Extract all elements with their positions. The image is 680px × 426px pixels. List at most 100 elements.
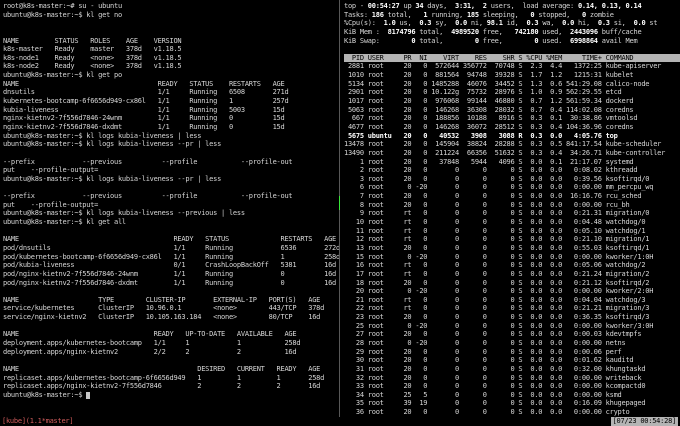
text-cursor [86,391,91,399]
terminal-line: ubuntu@k8s-master:~$ kl get all [3,218,126,227]
terminal-line: 7 root 20 0 0 0 0 S 0.0 0.0 16:16.76 rcu… [344,192,642,201]
terminal-line: service/nginx-kietnv2 ClusterIP 10.105.1… [3,313,321,322]
terminal-line: ubuntu@k8s-master:~$ kl logs kubia-liven… [3,174,222,183]
terminal-line: KiB Mem : 8174796 total, 4989520 free, 7… [344,27,642,36]
terminal-line: 15 root 0 -20 0 0 0 S 0.0 0.0 0:00.00 kw… [344,252,654,261]
terminal-line: nginx-kietnv2-7f556d7846-24wnm 1/1 Runni… [3,114,285,123]
tmux-clock: [07/23 00:54:28] [610,417,678,426]
terminal-line: service/kubernetes ClusterIP 10.96.0.1 <… [3,304,325,313]
terminal-line: 31 root 20 0 0 0 0 S 0.0 0.0 0:32.00 khu… [344,364,646,373]
terminal-line: 20 root 0 -20 0 0 0 S 0.0 0.0 0:00.00 kw… [344,287,654,296]
terminal-line: pod/dnsutils 1/1 Running 6536 272d [3,243,339,252]
terminal-line: put --profile-output= [3,166,99,175]
terminal-line: 1 root 20 0 37848 5944 4096 S 0.0 0.1 21… [344,157,634,166]
terminal-line: deployment.apps/nginx-kietnv2 2/2 2 2 16… [3,347,297,356]
terminal-line: 12 root rt 0 0 0 0 S 0.0 0.0 0:21.10 mig… [344,235,650,244]
terminal-line: kubia-liveness 1/1 Running 5003 15d [3,105,285,114]
terminal-line: %Cpu(s): 1.0 us, 0.3 sy, 0.0 ni, 98.1 id… [344,19,658,28]
terminal-line: 29 root 20 0 0 0 0 S 0.0 0.0 0:00.06 per… [344,347,622,356]
terminal-line: ubuntu@k8s-master:~$ kl get no [3,10,122,19]
terminal-line: NAME READY STATUS RESTARTS AGE [3,235,337,244]
terminal-line: pod/kubernetes-bootcamp-6f6656d949-cx86l… [3,252,339,261]
tmux-session-window-label[interactable]: [kube](1.1*master] [2,417,74,426]
terminal-line: root@k8s-master:~# su - ubuntu [3,2,122,10]
terminal-line: 36 root 20 0 0 0 0 S 0.0 0.0 0:00.00 cry… [344,408,630,417]
terminal-line: NAME READY STATUS RESTARTS AGE [3,79,285,88]
terminal-line: NAME TYPE CLUSTER-IP EXTERNAL-IP PORT(S)… [3,295,321,304]
terminal-line: k8s-node2 Ready <none> 378d v1.18.5 [3,62,182,71]
terminal-line: 21 root rt 0 0 0 0 S 0.0 0.0 0:04.04 wat… [344,295,646,304]
terminal-line: k8s-master Ready master 378d v1.18.5 [3,45,182,54]
terminal-line: ubuntu@k8s-master:~$ kl logs kubia-liven… [3,140,222,149]
terminal-line: ubuntu@k8s-master:~$ kl logs kubia-liven… [3,131,202,140]
terminal-line: 27 root 20 0 0 0 0 S 0.0 0.0 0:00.03 kde… [344,330,642,339]
terminal-line: 2881 root 20 0 572644 356772 70748 S 2.3… [344,62,662,71]
terminal-line: 6 root 0 -20 0 0 0 S 0.0 0.0 0:00.00 mm_… [344,183,654,192]
terminal-line: 1010 root 20 0 881564 94748 39328 S 1.7 … [344,71,634,80]
terminal-line: pod/kubia-liveness 0/1 CrashLoopBackOff … [3,261,337,270]
terminal-line: 25 root 0 -20 0 0 0 S 0.0 0.0 0:00.00 kw… [344,321,654,330]
terminal-line: 667 root 20 0 188856 10188 8916 S 0.3 0.… [344,114,638,123]
terminal-line: --prefix --previous --profile --profile-… [3,157,293,166]
pane-divider[interactable] [339,0,341,417]
terminal-line: --prefix --previous --profile --profile-… [3,192,293,201]
left-terminal-pane[interactable]: root@k8s-master:~# su - ubuntu ubuntu@k8s… [0,0,339,417]
terminal-line: 1017 root 20 0 976068 99144 46880 S 0.7 … [344,97,634,106]
terminal-line: 5134 root 20 0 1485288 46076 34452 S 1.3… [344,79,650,88]
terminal-line: 16 root rt 0 0 0 0 S 0.0 0.0 0:05.06 wat… [344,261,646,270]
terminal-line: 9 root rt 0 0 0 0 S 0.0 0.0 0:21.31 migr… [344,209,650,218]
terminal-line: pod/nginx-kietnv2-7f556d7846-24wnm 1/1 R… [3,269,337,278]
terminal-line: NAME READY UP-TO-DATE AVAILABLE AGE [3,330,297,339]
terminal-line: 30 root 20 0 0 0 0 S 0.0 0.0 0:01.62 kau… [344,356,634,365]
terminal-line: 3 root 20 0 0 0 0 S 0.0 0.0 0:39.56 ksof… [344,174,650,183]
terminal-line: 22 root rt 0 0 0 0 S 0.0 0.0 0:21.21 mig… [344,304,650,313]
terminal-line: pod/nginx-kietnv2-7f556d7846-dxdmt 1/1 R… [3,278,337,287]
terminal-line: PID USER PR NI VIRT RES SHR S %CPU %MEM … [344,53,680,63]
terminal-line: ubuntu@k8s-master:~$ kl get po [3,71,122,80]
terminal-line: top - 00:54:27 up 34 days, 3:31, 2 users… [344,2,642,10]
terminal-line: 10 root rt 0 0 0 0 S 0.0 0.0 0:04.48 wat… [344,218,646,227]
pane-divider-tick [339,196,340,210]
terminal-line: ubuntu@k8s-master:~$ [3,391,339,400]
terminal-line: put --profile-output= [3,200,99,209]
tmux-status-bar: [kube](1.1*master] [07/23 00:54:28] [0,417,680,426]
terminal-line: 34 root 25 5 0 0 0 S 0.0 0.0 0:00.00 ksm… [344,390,622,399]
terminal-line: 11 root rt 0 0 0 0 S 0.0 0.0 0:05.10 wat… [344,226,646,235]
terminal-line: ubuntu@k8s-master:~$ kl logs kubia-liven… [3,209,245,218]
tmux-panes: root@k8s-master:~# su - ubuntu ubuntu@k8s… [0,0,680,417]
terminal-line: k8s-node1 Ready <none> 378d v1.18.5 [3,53,182,62]
terminal-line: 28 root 0 -20 0 0 0 S 0.0 0.0 0:00.00 ne… [344,338,626,347]
terminal-line: 13 root 20 0 0 0 0 S 0.0 0.0 0:55.03 kso… [344,243,650,252]
terminal-line: 17 root rt 0 0 0 0 S 0.0 0.0 0:21.24 mig… [344,269,650,278]
terminal-line: 5675 ubuntu 20 0 40532 3908 3088 R 0.3 0… [344,131,618,140]
terminal-line: KiB Swap: 0 total, 0 free, 0 used. 69988… [344,36,638,45]
terminal-line: 2901 root 20 0 10.122g 75732 28976 S 1.0… [344,88,622,97]
terminal-line: deployment.apps/kubernetes-bootcamp 1/1 … [3,338,301,347]
terminal-line: NAME DESIRED CURRENT READY AGE [3,364,321,373]
terminal-line: 35 root 39 19 0 0 0 S 0.0 0.0 0:16.09 kh… [344,399,646,408]
terminal-line: 4677 root 20 0 146268 36072 28512 S 0.3 … [344,122,634,131]
terminal-line: 23 root 20 0 0 0 0 S 0.0 0.0 0:36.35 kso… [344,313,650,322]
right-terminal-pane-top[interactable]: top - 00:54:27 up 34 days, 3:31, 2 users… [341,0,680,417]
terminal-line: 18 root 20 0 0 0 0 S 0.0 0.0 0:21.12 kso… [344,278,650,287]
terminal-line: dnsutils 1/1 Running 6508 271d [3,88,289,97]
terminal-line: replicaset.apps/nginx-kietnv2-7f556d7846… [3,382,321,391]
terminal-line: 32 root 20 0 0 0 0 S 0.0 0.0 0:00.00 wri… [344,373,642,382]
terminal-line: kubernetes-bootcamp-6f6656d949-cx86l 1/1… [3,97,289,106]
terminal-line: nginx-kietnv2-7f556d7846-dxdmt 1/1 Runni… [3,122,285,131]
terminal-line: 2 root 20 0 0 0 0 S 0.0 0.0 0:08.02 kthr… [344,166,638,175]
terminal-line: 5063 root 20 0 146268 36308 28032 S 0.7 … [344,105,634,114]
terminal-line: NAME STATUS ROLES AGE VERSION [3,36,182,45]
terminal-line: Tasks: 186 total, 1 running, 185 sleepin… [344,10,614,19]
terminal-line: 8 root 20 0 0 0 0 S 0.0 0.0 0:00.00 rcu_… [344,200,630,209]
terminal-screen: root@k8s-master:~# su - ubuntu ubuntu@k8s… [0,0,680,426]
